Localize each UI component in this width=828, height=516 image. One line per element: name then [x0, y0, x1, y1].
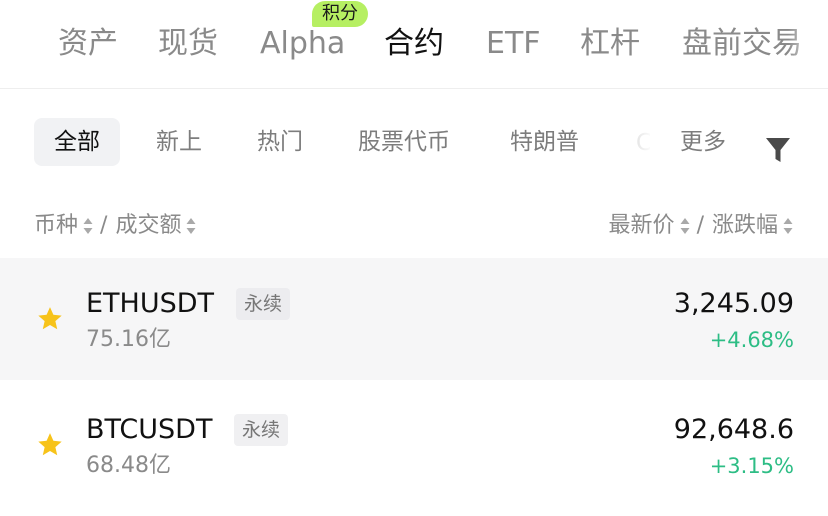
contract-type-tag: 永续	[234, 414, 289, 446]
chip-all[interactable]: 全部	[34, 118, 120, 166]
market-row[interactable]: ETHUSDT 永续 75.16亿 3,245.09 +4.68%	[0, 258, 828, 380]
star-icon[interactable]	[36, 305, 64, 333]
tab-spot[interactable]: 现货	[158, 22, 218, 66]
header-change-pct[interactable]: 涨跌幅	[712, 208, 778, 244]
pair-symbol: ETHUSDT	[86, 288, 215, 319]
header-coin[interactable]: 币种	[34, 208, 78, 244]
header-separator: /	[100, 213, 108, 238]
sort-updown-icon[interactable]	[185, 216, 197, 236]
tab-futures[interactable]: 合约	[384, 22, 444, 66]
star-icon[interactable]	[36, 431, 64, 459]
pair-symbol: BTCUSDT	[86, 414, 213, 445]
change-percent: +3.15%	[709, 454, 794, 478]
right-column-header: 最新价 / 涨跌幅	[609, 208, 794, 244]
chip-new[interactable]: 新上	[156, 118, 202, 166]
tab-bar-fade	[788, 0, 828, 88]
chip-more[interactable]: 更多	[680, 118, 726, 166]
chip-hot[interactable]: 热门	[257, 118, 303, 166]
funnel-icon[interactable]	[762, 132, 794, 168]
top-tab-bar: 资产 现货 Alpha 积分 合约 ETF 杠杆 盘前交易	[0, 0, 828, 89]
tab-alpha-points-badge: 积分	[312, 1, 368, 27]
tab-assets[interactable]: 资产	[58, 22, 118, 66]
header-separator: /	[696, 213, 704, 238]
sort-updown-icon[interactable]	[82, 216, 94, 236]
change-percent: +4.68%	[709, 328, 794, 352]
tab-alpha[interactable]: Alpha	[260, 22, 345, 66]
tab-etf[interactable]: ETF	[486, 22, 541, 66]
last-price: 3,245.09	[673, 288, 794, 319]
last-price: 92,648.6	[673, 414, 794, 445]
tab-premarket[interactable]: 盘前交易	[682, 22, 802, 66]
chip-trump[interactable]: 特朗普	[510, 118, 579, 166]
contract-type-tag: 永续	[236, 288, 291, 320]
sort-updown-icon[interactable]	[782, 216, 794, 236]
turnover-value: 75.16亿	[86, 327, 171, 352]
filter-row-fade	[618, 110, 668, 174]
market-row[interactable]: BTCUSDT 永续 68.48亿 92,648.6 +3.15%	[0, 384, 828, 506]
left-column-header: 币种 / 成交额	[34, 208, 201, 244]
header-last-price[interactable]: 最新价	[609, 208, 675, 244]
chip-stock-tokens[interactable]: 股票代币	[358, 118, 450, 166]
filter-chip-row: 全部 新上 热门 股票代币 特朗普 C 更多	[0, 110, 828, 174]
turnover-value: 68.48亿	[86, 453, 171, 478]
sort-updown-icon[interactable]	[679, 216, 691, 236]
tab-margin[interactable]: 杠杆	[580, 22, 640, 66]
header-turnover[interactable]: 成交额	[115, 208, 181, 244]
